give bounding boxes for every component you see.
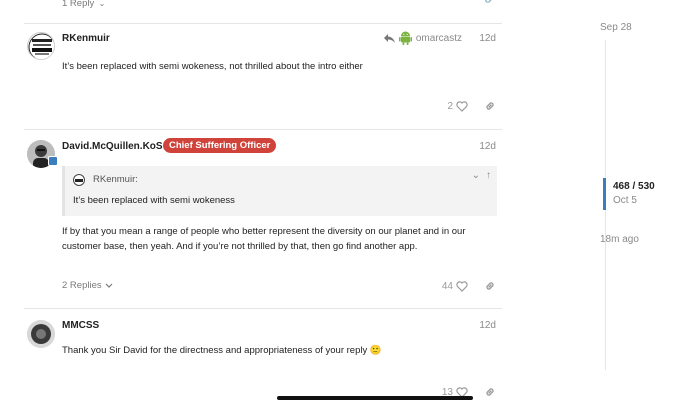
like-count: 44 (441, 280, 453, 292)
timeline-end-label[interactable]: 18m ago (600, 234, 639, 245)
flair-badge-icon (48, 156, 58, 166)
like-button[interactable]: 44 (442, 281, 468, 292)
slightly-smiling-face-emoji: 🙂 (369, 345, 382, 356)
post-date[interactable]: 12d (479, 141, 496, 152)
username[interactable]: MMCSS (62, 320, 99, 331)
previous-post-footer: 1 Reply ⌄ 🔗 (62, 0, 502, 9)
user-title-badge: Chief Suffering Officer (163, 138, 277, 153)
timeline-start-date[interactable]: Sep 28 (600, 22, 632, 33)
go-to-quoted-post-icon[interactable]: ↑ (486, 170, 491, 181)
avatar-rkenmuir[interactable] (27, 32, 55, 60)
like-count: 2 (447, 100, 453, 112)
link-icon[interactable] (484, 280, 496, 292)
timeline-position: 468 / 530 (613, 181, 655, 192)
chevron-down-icon (105, 283, 113, 288)
post-body-text: Thank you Sir David for the directness a… (62, 345, 368, 356)
post-body: Thank you Sir David for the directness a… (62, 343, 502, 358)
timeline-scroller-handle[interactable] (603, 178, 606, 210)
heart-icon (456, 280, 468, 292)
expand-quote-icon[interactable]: ⌄ (472, 170, 480, 181)
link-icon[interactable]: 🔗 (485, 0, 496, 4)
post-date[interactable]: 12d (479, 33, 496, 44)
quote-controls: ⌄ ↑ (472, 170, 491, 181)
link-icon[interactable] (484, 100, 496, 112)
post-actions: 44 (442, 280, 496, 292)
reply-to[interactable]: omarcastz (383, 31, 462, 45)
android-avatar-icon (398, 31, 412, 45)
quote-block: RKenmuir: ⌄ ↑ It’s been replaced with se… (62, 166, 497, 216)
replies-toggle[interactable]: 1 Reply (62, 0, 94, 9)
post-rkenmuir: RKenmuir omarcastz 12d It’s been replace… (24, 24, 502, 129)
post-body: If by that you mean a range of people wh… (62, 226, 466, 252)
post-actions: 2 (447, 100, 496, 112)
quote-author: RKenmuir: (93, 174, 138, 185)
quote-avatar (73, 174, 85, 186)
heart-icon (456, 100, 468, 112)
quote-text: It’s been replaced with semi wokeness (73, 195, 235, 206)
chevron-down-icon: ⌄ (98, 0, 106, 8)
replies-toggle[interactable]: 2 Replies (62, 280, 113, 291)
post-david-mcquillen: David.McQuillen.KoS Chief Suffering Offi… (24, 130, 502, 308)
timeline-position-date: Oct 5 (613, 195, 637, 206)
link-icon[interactable] (484, 386, 496, 398)
username[interactable]: David.McQuillen.KoS (62, 141, 163, 152)
post-date[interactable]: 12d (479, 320, 496, 331)
post-mmcss: MMCSS 12d Thank you Sir David for the di… (24, 309, 502, 405)
reply-arrow-icon (383, 33, 395, 43)
avatar-mmcss[interactable] (27, 320, 55, 348)
like-button[interactable]: 2 (447, 101, 468, 112)
replies-label: 2 Replies (62, 280, 102, 291)
post-body: It’s been replaced with semi wokeness, n… (62, 61, 363, 72)
home-indicator (277, 396, 473, 400)
username[interactable]: RKenmuir (62, 33, 110, 44)
reply-to-username: omarcastz (415, 32, 462, 44)
